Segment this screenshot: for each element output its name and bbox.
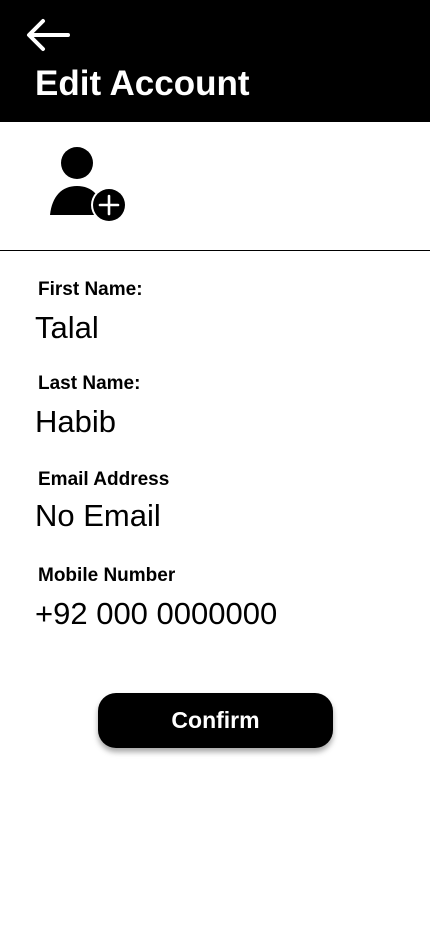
section-divider [0,250,430,251]
add-user-icon [50,147,127,223]
add-photo-button[interactable] [48,146,128,224]
back-button[interactable] [24,16,72,54]
page-title: Edit Account [35,64,250,103]
email-label: Email Address [38,469,170,490]
first-name-value[interactable]: Talal [35,310,99,346]
last-name-label: Last Name: [38,373,141,394]
header-bar: Edit Account [0,0,430,122]
arrow-left-icon [27,19,70,51]
edit-account-screen: Edit Account First Name: Talal Last Name… [0,0,430,932]
first-name-label: First Name: [38,279,143,300]
last-name-value[interactable]: Habib [35,404,116,440]
mobile-label: Mobile Number [38,565,176,586]
mobile-value[interactable]: +92 000 0000000 [35,596,277,632]
email-value[interactable]: No Email [35,498,161,534]
confirm-button[interactable]: Confirm [98,693,333,748]
avatar-section [0,122,430,251]
